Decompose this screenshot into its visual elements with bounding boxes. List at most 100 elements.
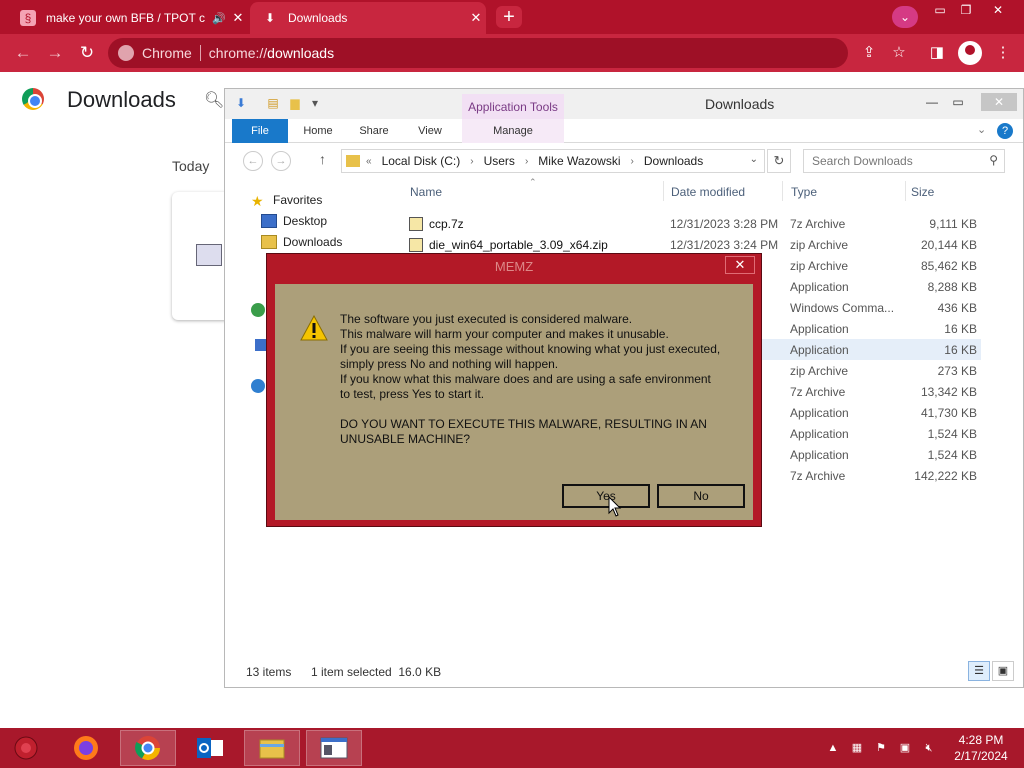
tab-manage[interactable]: Manage — [462, 119, 564, 143]
profile-avatar-icon[interactable] — [958, 41, 982, 65]
tab-home[interactable]: Home — [293, 119, 343, 143]
table-row[interactable]: ccp.7z 12/31/2023 3:28 PM 7z Archive 9,111 … — [405, 213, 981, 234]
sort-ascending-icon: ⌃ — [529, 177, 537, 187]
file-type-cell: Application — [790, 448, 849, 462]
nav-item-desktop[interactable]: Desktop — [261, 214, 327, 228]
column-header-name[interactable]: Name — [410, 185, 442, 199]
side-panel-icon[interactable]: ◨ — [926, 42, 948, 64]
taskbar-memz[interactable] — [306, 730, 362, 766]
details-view-icon[interactable]: ☰ — [968, 661, 990, 681]
breadcrumb-chevron-icon[interactable]: › — [631, 156, 634, 167]
tab-bfb-tpot[interactable]: § make your own BFB / TPOT c 🔊 ✕ — [8, 2, 248, 34]
tab-file[interactable]: File — [232, 119, 288, 143]
new-file-icon[interactable]: ▤ — [265, 96, 281, 112]
site-chip: Chrome — [142, 45, 201, 61]
close-icon[interactable]: ✕ — [725, 256, 755, 274]
date-section-label: Today — [172, 158, 210, 174]
question-line: UNUSABLE MACHINE? — [340, 432, 471, 446]
no-button[interactable]: No — [657, 484, 745, 508]
table-row[interactable]: die_win64_portable_3.09_x64.zip 12/31/202… — [405, 234, 981, 255]
file-icon — [196, 244, 222, 266]
refresh-icon[interactable]: ↻ — [767, 149, 791, 173]
nav-label: Desktop — [283, 214, 328, 228]
search-icon[interactable]: 🔍︎ — [204, 90, 224, 110]
show-hidden-icons-icon[interactable]: ▲ — [826, 741, 840, 755]
network-tray-icon[interactable]: ▦ — [850, 741, 864, 755]
ribbon-expand-chevron-icon[interactable]: ⌄ — [977, 123, 986, 136]
file-type-cell: zip Archive — [790, 364, 849, 378]
breadcrumb-downloads[interactable]: Downloads — [644, 154, 703, 168]
file-size-cell: 20,144 KB — [920, 238, 977, 252]
tab-strip: § make your own BFB / TPOT c 🔊 ✕ ⬇ Downl… — [0, 0, 1024, 34]
tab-search-chevron-icon[interactable]: ⌄ — [892, 6, 918, 28]
column-divider[interactable] — [905, 181, 906, 201]
forward-arrow-icon[interactable]: → — [271, 151, 291, 171]
minimize-icon[interactable]: ▭ — [928, 2, 952, 18]
explorer-titlebar: ⬇ ▤ ▆ ▾ Application Tools Downloads — ▭ … — [225, 89, 1023, 120]
close-window-icon[interactable]: ✕ — [981, 93, 1017, 111]
column-divider[interactable] — [663, 181, 664, 201]
homegroup-icon[interactable] — [251, 303, 265, 317]
maximize-icon[interactable]: ▭ — [945, 93, 971, 111]
new-tab-button[interactable]: + — [496, 6, 522, 28]
volume-muted-icon[interactable]: 🔇︎ — [922, 741, 936, 755]
breadcrumb-local-disk[interactable]: Local Disk (C:) — [382, 154, 461, 168]
nav-item-favorites[interactable]: ★ Favorites — [251, 193, 322, 209]
file-size-cell: 16 KB — [944, 343, 977, 357]
share-icon[interactable]: ⇪ — [858, 42, 880, 64]
tab-share[interactable]: Share — [349, 119, 399, 143]
address-dropdown-icon[interactable]: ⌄ — [750, 154, 758, 165]
close-tab-icon[interactable]: ✕ — [466, 10, 486, 26]
column-header-type[interactable]: Type — [791, 185, 817, 199]
back-arrow-icon[interactable]: ← — [243, 151, 263, 171]
quick-access-dropdown-icon[interactable]: ▾ — [307, 96, 323, 112]
menu-kebab-icon[interactable]: ⋮ — [992, 42, 1014, 64]
message-line: If you are seeing this message without k… — [340, 342, 721, 356]
reload-icon[interactable]: ↻ — [76, 42, 98, 64]
malware-warning-dialog: MEMZ ✕ The software you just executed is… — [266, 253, 762, 527]
speaker-icon[interactable]: 🔊 — [210, 12, 228, 25]
selection-info: 1 item selected 16.0 KB — [311, 665, 442, 679]
search-input[interactable]: Search Downloads ⚲ — [803, 149, 1005, 173]
tab-view[interactable]: View — [405, 119, 455, 143]
overflow-chevrons-icon[interactable]: « — [366, 156, 372, 167]
bookmark-star-icon[interactable]: ☆ — [888, 42, 910, 64]
network-icon[interactable] — [251, 379, 265, 393]
display-icon[interactable]: ▣ — [898, 741, 912, 755]
close-window-icon[interactable]: ✕ — [986, 2, 1010, 18]
minimize-icon[interactable]: — — [919, 93, 945, 111]
up-arrow-icon[interactable]: ↑ — [319, 151, 326, 167]
action-center-flag-icon[interactable]: ⚑ — [874, 741, 888, 755]
column-divider[interactable] — [782, 181, 783, 201]
new-folder-icon[interactable]: ▆ — [287, 96, 303, 112]
help-icon[interactable]: ? — [997, 123, 1013, 139]
column-header-size[interactable]: Size — [911, 185, 934, 199]
properties-icon[interactable]: ⬇ — [233, 96, 249, 112]
back-arrow-icon[interactable]: ← — [12, 42, 34, 64]
yes-button[interactable]: Yes — [562, 484, 650, 508]
message-line: to test, press Yes to start it. — [340, 387, 485, 401]
file-size-cell: 9,111 KB — [929, 217, 977, 231]
breadcrumb-user[interactable]: Mike Wazowski — [538, 154, 620, 168]
taskbar-outlook[interactable] — [182, 730, 238, 766]
breadcrumb-users[interactable]: Users — [484, 154, 515, 168]
taskbar-firefox[interactable] — [58, 730, 114, 766]
nav-item-downloads[interactable]: Downloads — [261, 235, 342, 249]
start-button[interactable] — [4, 730, 48, 766]
breadcrumb-chevron-icon[interactable]: › — [470, 156, 473, 167]
application-window-icon — [320, 737, 348, 759]
column-header-date[interactable]: Date modified — [671, 185, 745, 199]
close-tab-icon[interactable]: ✕ — [228, 10, 248, 26]
forward-arrow-icon[interactable]: → — [44, 42, 66, 64]
tab-downloads[interactable]: ⬇ Downloads ✕ — [250, 2, 486, 34]
restore-icon[interactable]: ❐ — [954, 2, 978, 18]
download-item-card[interactable] — [172, 192, 232, 320]
taskbar-chrome[interactable] — [120, 730, 176, 766]
taskbar-file-explorer[interactable] — [244, 730, 300, 766]
large-icons-view-icon[interactable]: ▣ — [992, 661, 1014, 681]
address-bar[interactable]: Chrome chrome:// downloads — [108, 38, 848, 68]
address-row: ← → ↑ « Local Disk (C:) › Users › Mike W… — [225, 147, 1023, 175]
explorer-address-bar[interactable]: « Local Disk (C:) › Users › Mike Wazowsk… — [341, 149, 765, 173]
breadcrumb-chevron-icon[interactable]: › — [525, 156, 528, 167]
system-clock[interactable]: 4:28 PM 2/17/2024 — [950, 732, 1012, 764]
